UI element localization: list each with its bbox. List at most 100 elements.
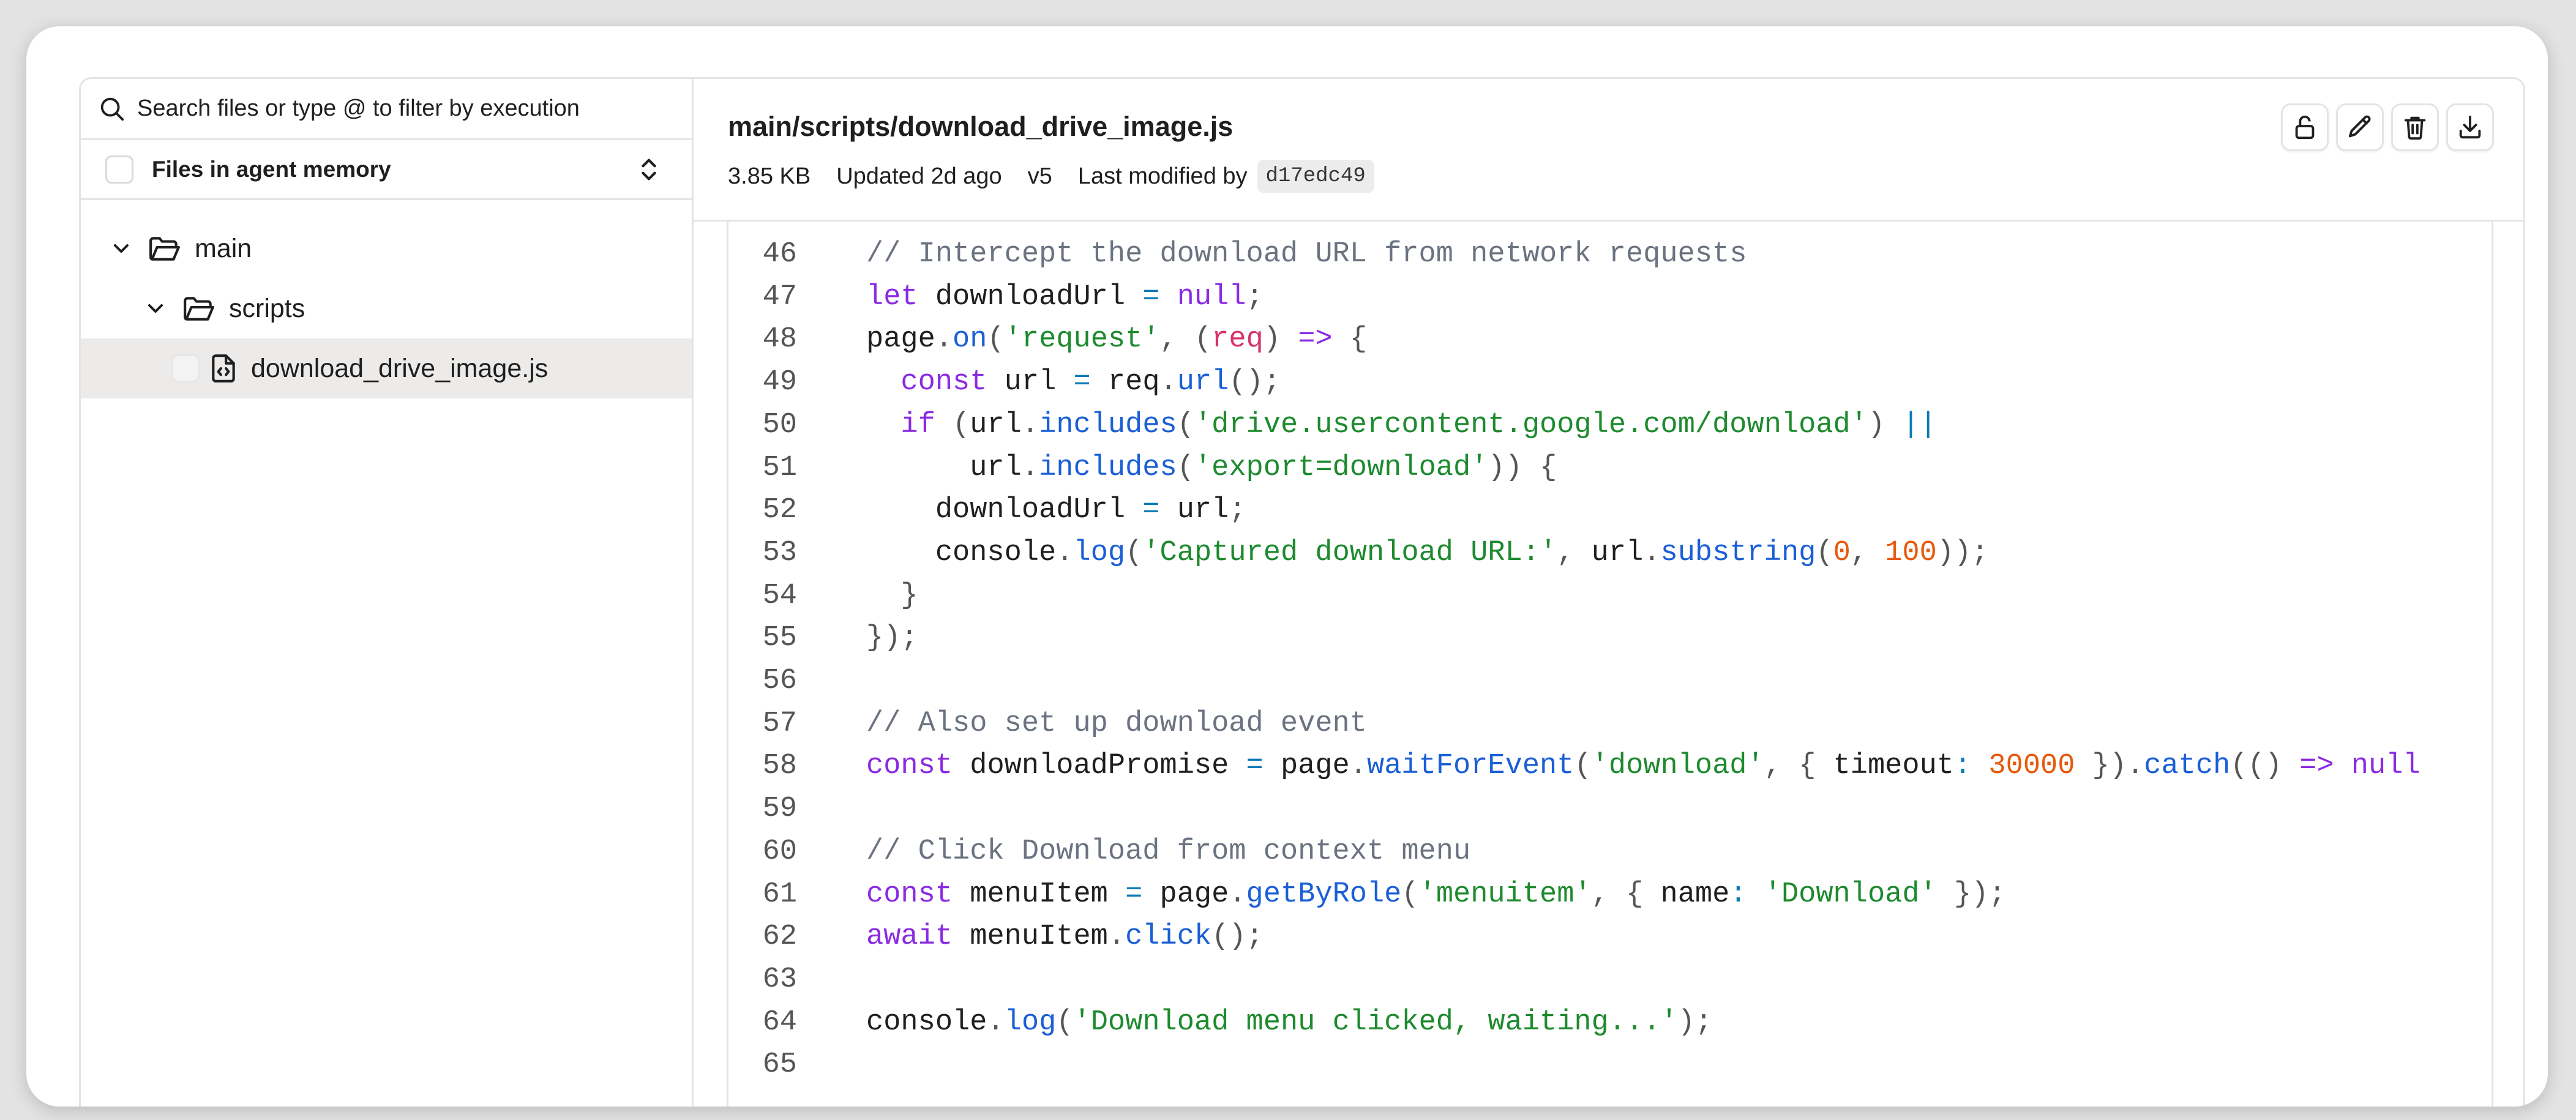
code-token: .: [987, 1006, 1005, 1039]
code-token: substring: [1660, 536, 1816, 569]
code-token: (: [1574, 750, 1592, 783]
code-token: url: [1591, 536, 1644, 569]
line-number: 48: [762, 323, 797, 356]
code-token: url: [1159, 494, 1229, 527]
commit-badge[interactable]: d17edc49: [1257, 160, 1374, 193]
code-token: 'Captured download URL:': [1142, 536, 1557, 569]
code-token: await: [866, 920, 953, 954]
code-token: =: [1142, 280, 1160, 313]
code-viewer[interactable]: 46 // Intercept the download URL from net…: [727, 222, 2493, 1107]
code-line: 65: [728, 1043, 797, 1086]
tree-item-main-folder[interactable]: main: [81, 218, 692, 278]
line-number: 62: [762, 920, 797, 954]
code-token: }: [866, 579, 918, 612]
line-number: 49: [762, 366, 797, 399]
code-token: 'download': [1591, 750, 1764, 783]
code-token: , {: [1591, 878, 1661, 911]
file-select-checkbox[interactable]: [171, 354, 200, 383]
code-line: 63: [728, 958, 797, 1001]
code-token: ;: [1246, 280, 1264, 313]
chevron-up-down-icon[interactable]: [637, 155, 661, 184]
search-input[interactable]: [137, 95, 664, 122]
file-browser-panel: Files in agent memory main scripts d: [79, 77, 2525, 1107]
code-line: 46 // Intercept the download URL from net…: [728, 233, 1747, 275]
code-token: (: [1177, 451, 1194, 484]
code-token: .: [1056, 536, 1074, 569]
code-token: 'request': [1004, 323, 1160, 356]
line-source: // Also set up download event: [866, 703, 1367, 745]
folder-open-icon: [184, 297, 214, 321]
line-number: 55: [762, 622, 797, 655]
tree-item-scripts-folder[interactable]: scripts: [81, 278, 692, 338]
code-token: }).: [2075, 750, 2144, 783]
code-line: 54 }: [728, 575, 918, 617]
code-token: ();: [1211, 920, 1264, 954]
line-source: downloadUrl = url;: [866, 489, 1246, 531]
code-token: .: [1021, 408, 1039, 441]
code-line: 53 console.log('Captured download URL:',…: [728, 532, 1989, 574]
line-number: 60: [762, 835, 797, 868]
code-token: timeout: [1833, 750, 1954, 783]
lock-button[interactable]: [2281, 103, 2329, 151]
memory-filter-row[interactable]: Files in agent memory: [81, 140, 692, 200]
code-token: =>: [2299, 750, 2334, 783]
file-sidebar: Files in agent memory main scripts d: [81, 79, 694, 1107]
line-number: 56: [762, 665, 797, 697]
code-token: 100: [1885, 536, 1937, 569]
code-token: 'Download menu clicked, waiting...': [1073, 1006, 1678, 1039]
memory-filter-checkbox[interactable]: [105, 155, 133, 184]
code-token: req: [1211, 323, 1264, 356]
code-line: 48 page.on('request', (req) => {: [728, 318, 1367, 360]
delete-button[interactable]: [2391, 103, 2439, 151]
code-token: .: [935, 323, 953, 356]
pencil-icon: [2348, 115, 2371, 138]
code-token: downloadUrl: [918, 280, 1143, 313]
tree-item-download-drive-image-file[interactable]: download_drive_image.js: [81, 338, 692, 398]
line-number: 65: [762, 1048, 797, 1081]
line-source: // Click Download from context menu: [866, 831, 1470, 873]
code-token: {: [1332, 323, 1368, 356]
search-icon: [100, 97, 124, 121]
code-token: url: [1177, 366, 1229, 399]
code-token: includes: [1039, 408, 1177, 441]
code-token: on: [953, 323, 987, 356]
code-token: .: [1107, 920, 1126, 954]
code-line: 55});: [728, 617, 918, 659]
code-token: // Click Download from context menu: [866, 835, 1471, 868]
code-line: 64 console.log('Download menu clicked, wa…: [728, 1001, 1713, 1043]
code-token: page: [866, 323, 935, 356]
code-token: includes: [1039, 451, 1177, 484]
code-token: menuItem: [953, 920, 1108, 954]
code-token: .: [1349, 750, 1367, 783]
code-token: ();: [1229, 366, 1281, 399]
code-token: (: [1177, 408, 1194, 441]
code-line: 60 // Click Download from context menu: [728, 831, 1471, 873]
code-line: 57 // Also set up download event: [728, 703, 1367, 745]
file-updated: Updated 2d ago: [836, 163, 1002, 189]
code-token: 'Download': [1747, 878, 1937, 911]
line-number: 46: [762, 238, 797, 271]
line-number: 50: [762, 408, 797, 441]
code-token: if: [900, 408, 935, 441]
download-icon: [2459, 115, 2481, 139]
chevron-down-icon[interactable]: [143, 296, 168, 321]
code-token: url: [970, 408, 1022, 441]
chevron-down-icon[interactable]: [109, 236, 133, 261]
download-button[interactable]: [2446, 103, 2494, 151]
code-token: null: [1159, 280, 1246, 313]
folder-open-icon: [149, 237, 180, 261]
code-token: .: [1229, 878, 1246, 911]
code-token: getByRole: [1246, 878, 1402, 911]
code-token: .: [1643, 536, 1661, 569]
code-token: console: [866, 1006, 987, 1039]
lock-icon: [2295, 115, 2315, 140]
code-token: , {: [1764, 750, 1833, 783]
tree-item-label: download_drive_image.js: [251, 353, 549, 383]
code-token: click: [1125, 920, 1212, 954]
file-viewer: main/scripts/download_drive_image.js 3.8…: [694, 79, 2523, 1107]
edit-button[interactable]: [2336, 103, 2384, 151]
code-token: let: [866, 280, 918, 313]
code-token: ,: [1557, 536, 1592, 569]
code-line: 59: [728, 788, 797, 830]
